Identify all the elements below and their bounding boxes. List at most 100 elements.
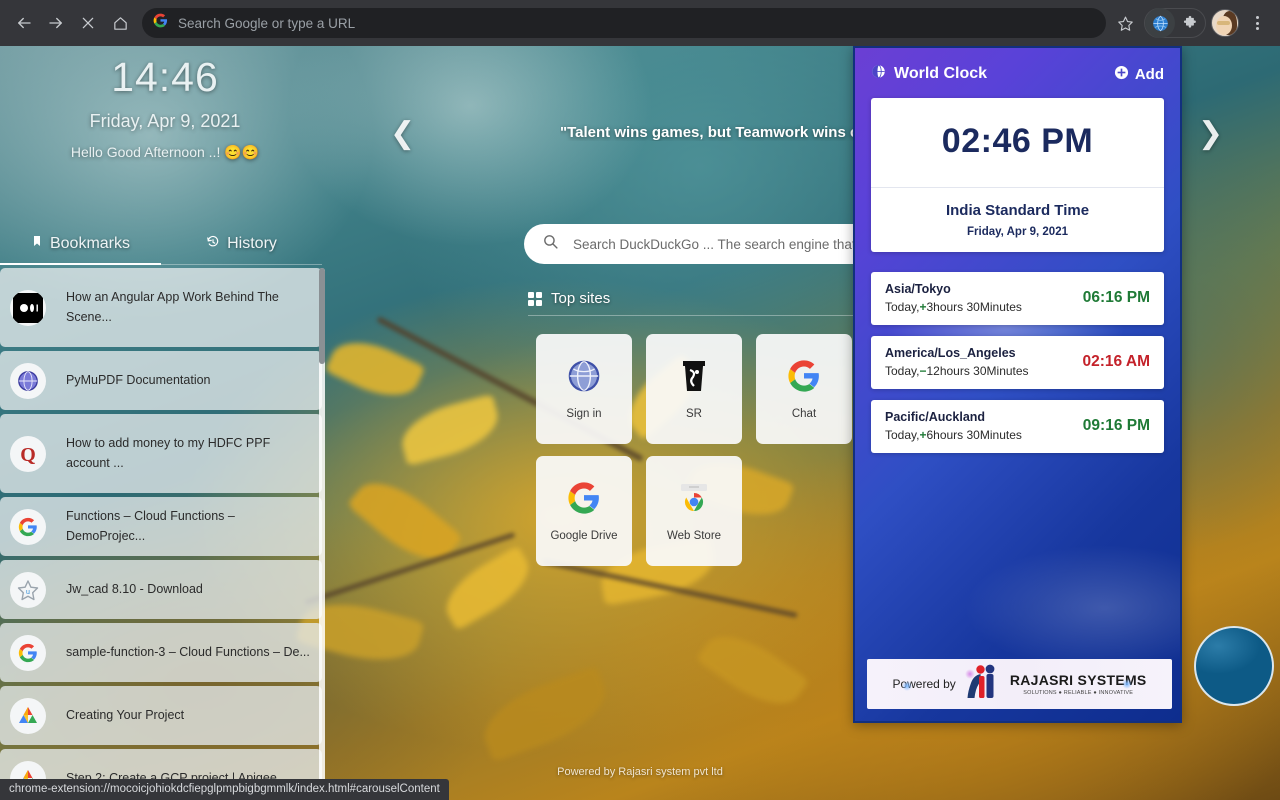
- puzzle-piece-icon[interactable]: [1175, 8, 1205, 38]
- globe-blue-icon: [566, 358, 602, 394]
- new-tab-page: 14:46 Friday, Apr 9, 2021 Hello Good Aft…: [0, 46, 1280, 800]
- primary-clock-date: Friday, Apr 9, 2021: [967, 226, 1068, 238]
- timezone-time: 09:16 PM: [1082, 417, 1150, 434]
- hero-clock: 14:46 Friday, Apr 9, 2021 Hello Good Aft…: [0, 54, 330, 161]
- timezone-name: Pacific/Auckland: [885, 410, 986, 424]
- add-timezone-button[interactable]: Add: [1114, 65, 1164, 84]
- list-item[interactable]: Functions – Cloud Functions – DemoProjec…: [0, 497, 322, 556]
- timezone-offset-value: 3hours 30Minutes: [926, 300, 1022, 314]
- back-arrow-icon[interactable]: [8, 7, 40, 39]
- list-item-label: sample-function-3 – Cloud Functions – De…: [66, 644, 310, 659]
- timezone-row[interactable]: America/Los_Angeles Today,−12hours 30Min…: [871, 336, 1164, 389]
- svg-text:u: u: [26, 589, 30, 596]
- page-footer-text: Powered by Rajasri system pvt ltd: [557, 766, 723, 778]
- timezone-offset-prefix: Today,: [885, 364, 920, 378]
- avatar-glasses: [1217, 21, 1230, 25]
- globe-icon[interactable]: [1145, 8, 1175, 38]
- three-dot-menu-icon[interactable]: [1242, 8, 1272, 38]
- star-badge-icon: u: [10, 571, 46, 608]
- timezone-offset: Today,+6hours 30Minutes: [885, 428, 1022, 442]
- history-clock-icon: [206, 235, 220, 254]
- plus-circle-icon: [1114, 65, 1129, 84]
- timezone-info: Pacific/Auckland Today,+6hours 30Minutes: [885, 410, 1022, 442]
- google-cloud-icon: [10, 697, 46, 734]
- top-site-label: Chat: [791, 408, 817, 420]
- list-item[interactable]: Creating Your Project: [0, 686, 322, 745]
- timezone-name: America/Los_Angeles: [885, 346, 1016, 360]
- timezone-offset: Today,−12hours 30Minutes: [885, 364, 1029, 378]
- top-site-tile[interactable]: Sign in: [536, 334, 632, 444]
- bookmark-list[interactable]: How an Angular App Work Behind The Scene…: [0, 268, 322, 800]
- list-item[interactable]: Q How to add money to my HDFC PPF accoun…: [0, 414, 322, 493]
- top-sites-title: Top sites: [551, 290, 611, 307]
- world-clock-title-label: World Clock: [894, 65, 988, 82]
- top-site-tile[interactable]: Google Drive: [536, 456, 632, 566]
- bookmark-scrollbar-thumb[interactable]: [319, 268, 325, 364]
- omnibox[interactable]: Search Google or type a URL: [142, 8, 1106, 38]
- top-site-tile[interactable]: Chat: [756, 334, 852, 444]
- world-clock-panel: World Clock Add 02:46 PM India Standard …: [853, 46, 1182, 723]
- chrome-webstore-icon: [676, 480, 712, 516]
- top-site-tile[interactable]: Web Store: [646, 456, 742, 566]
- list-item-label: How an Angular App Work Behind The Scene…: [66, 290, 279, 324]
- top-site-tile[interactable]: SR: [646, 334, 742, 444]
- list-item-label: Jw_cad 8.10 - Download: [66, 581, 203, 596]
- globe-purple-icon: [10, 362, 46, 399]
- timezone-row[interactable]: Asia/Tokyo Today,+3hours 30Minutes 06:16…: [871, 272, 1164, 325]
- timezone-offset-prefix: Today,: [885, 428, 920, 442]
- primary-clock-card: 02:46 PM India Standard Time Friday, Apr…: [871, 98, 1164, 252]
- avatar-face: [1216, 16, 1232, 35]
- timezone-time: 06:16 PM: [1082, 289, 1150, 306]
- google-g-icon: [786, 358, 822, 394]
- list-item-label: How to add money to my HDFC PPF account …: [66, 436, 271, 470]
- timezone-info: America/Los_Angeles Today,−12hours 30Min…: [885, 346, 1029, 378]
- primary-clock-time: 02:46 PM: [871, 98, 1164, 188]
- star-icon[interactable]: [1110, 8, 1140, 38]
- list-item-label: Creating Your Project: [66, 707, 185, 722]
- hero-time: 14:46: [111, 54, 219, 100]
- tab-bookmarks-label: Bookmarks: [49, 234, 131, 252]
- avatar-icon[interactable]: [1211, 9, 1239, 37]
- timezone-offset: Today,+3hours 30Minutes: [885, 300, 1022, 314]
- bookmark-scrollbar[interactable]: [319, 268, 325, 800]
- list-item[interactable]: u Jw_cad 8.10 - Download: [0, 560, 322, 619]
- hero-date: Friday, Apr 9, 2021: [89, 111, 241, 132]
- grid-icon: [528, 291, 542, 306]
- top-site-label: Google Drive: [550, 530, 618, 542]
- panel-footer-branding: Powered by RAJASRI SYSTEMS SOLUTIONS ● R…: [867, 659, 1172, 709]
- home-icon[interactable]: [104, 7, 136, 39]
- list-item-label: PyMuPDF Documentation: [66, 372, 211, 387]
- search-icon: [542, 233, 559, 255]
- hero-greeting: Hello Good Afternoon ..! 😊😊: [70, 144, 260, 161]
- google-g-icon: [10, 508, 46, 545]
- world-clock-header: World Clock Add: [855, 48, 1180, 98]
- list-item-label: Functions – Cloud Functions – DemoProjec…: [66, 509, 235, 543]
- timezone-offset-prefix: Today,: [885, 300, 920, 314]
- list-item[interactable]: PyMuPDF Documentation: [0, 351, 322, 410]
- background-preview-thumbnail[interactable]: [1194, 626, 1274, 706]
- google-g-icon: [153, 13, 168, 33]
- timezone-info: Asia/Tokyo Today,+3hours 30Minutes: [885, 282, 1022, 314]
- tab-bookmarks[interactable]: Bookmarks: [0, 226, 161, 265]
- forward-arrow-icon[interactable]: [40, 7, 72, 39]
- stop-x-icon[interactable]: [72, 7, 104, 39]
- list-item[interactable]: How an Angular App Work Behind The Scene…: [0, 268, 322, 347]
- google-g-icon: [10, 634, 46, 671]
- timezone-offset-value: 12hours 30Minutes: [926, 364, 1029, 378]
- tab-history[interactable]: History: [161, 226, 322, 265]
- sidebar-tabs: Bookmarks History: [0, 226, 322, 265]
- sr-black-icon: [676, 358, 712, 394]
- globe-icon: [871, 64, 886, 84]
- list-item[interactable]: sample-function-3 – Cloud Functions – De…: [0, 623, 322, 682]
- top-site-label: Sign in: [566, 408, 602, 420]
- top-sites-header: Top sites: [528, 290, 858, 316]
- chevron-right-icon[interactable]: ❯: [1198, 116, 1223, 151]
- svg-text:Q: Q: [20, 444, 36, 466]
- medium-icon: [10, 289, 46, 326]
- top-site-label: SR: [686, 408, 702, 420]
- timezone-row[interactable]: Pacific/Auckland Today,+6hours 30Minutes…: [871, 400, 1164, 453]
- bookmark-ribbon-icon: [31, 234, 43, 253]
- timezone-offset-value: 6hours 30Minutes: [926, 428, 1022, 442]
- tab-history-label: History: [227, 235, 277, 252]
- chevron-left-icon[interactable]: ❮: [390, 116, 415, 151]
